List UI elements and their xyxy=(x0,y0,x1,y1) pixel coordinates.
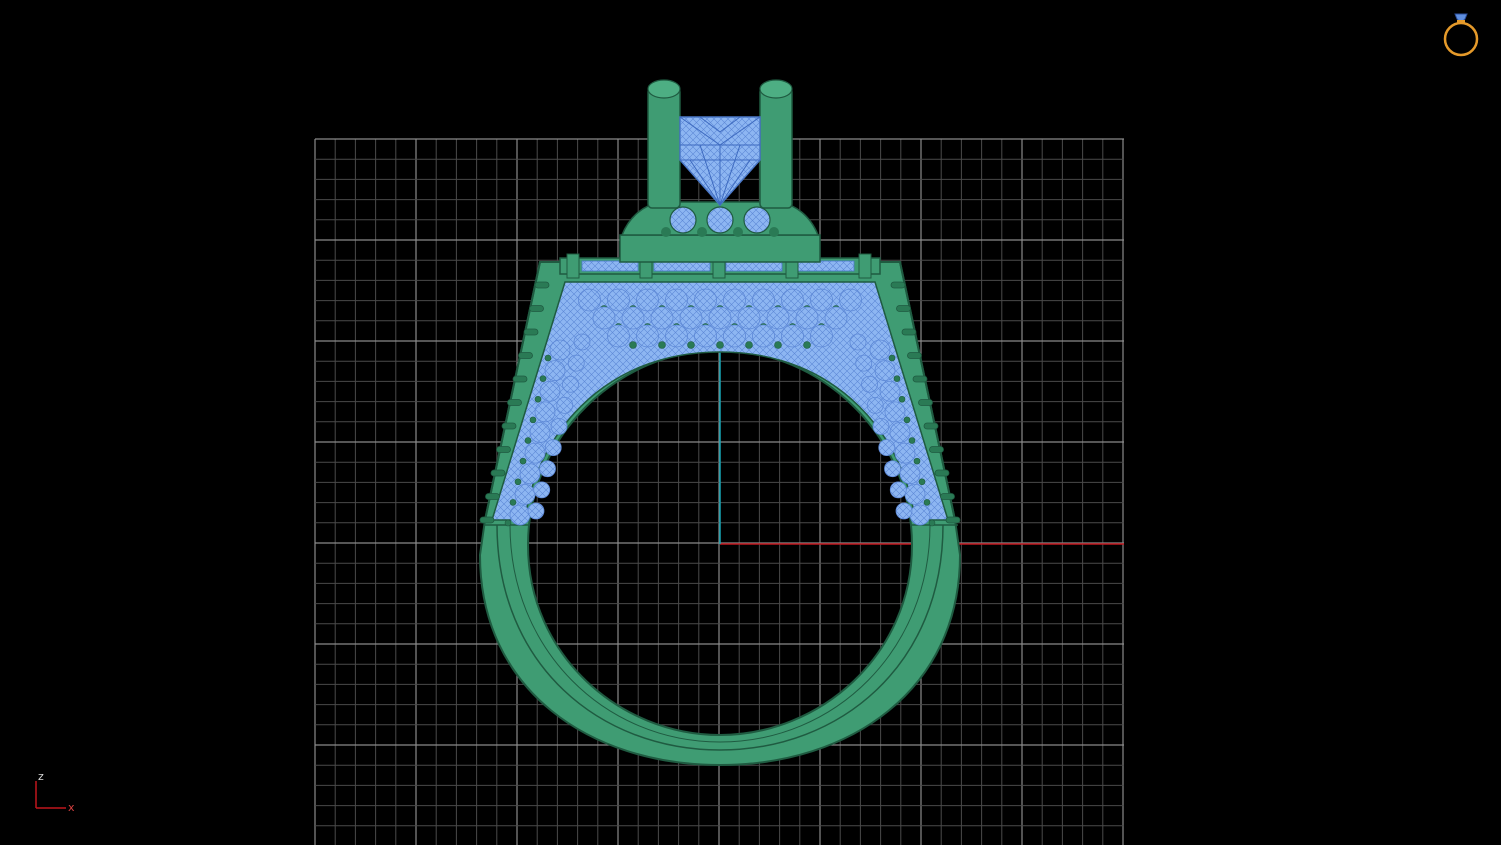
axis-label-x: x xyxy=(68,801,75,814)
prong-left-tip xyxy=(647,79,681,99)
head-base xyxy=(619,234,821,263)
axis-label-z: z xyxy=(38,770,44,783)
prong-left xyxy=(647,87,681,209)
ring-icon[interactable] xyxy=(1443,13,1479,57)
center-diamond xyxy=(679,116,761,207)
accent-stones xyxy=(661,206,779,237)
axis-triad: z x xyxy=(35,770,75,814)
3d-viewport[interactable]: z x xyxy=(0,0,1501,845)
prong-right xyxy=(759,87,793,209)
prong-right-tip xyxy=(759,79,793,99)
